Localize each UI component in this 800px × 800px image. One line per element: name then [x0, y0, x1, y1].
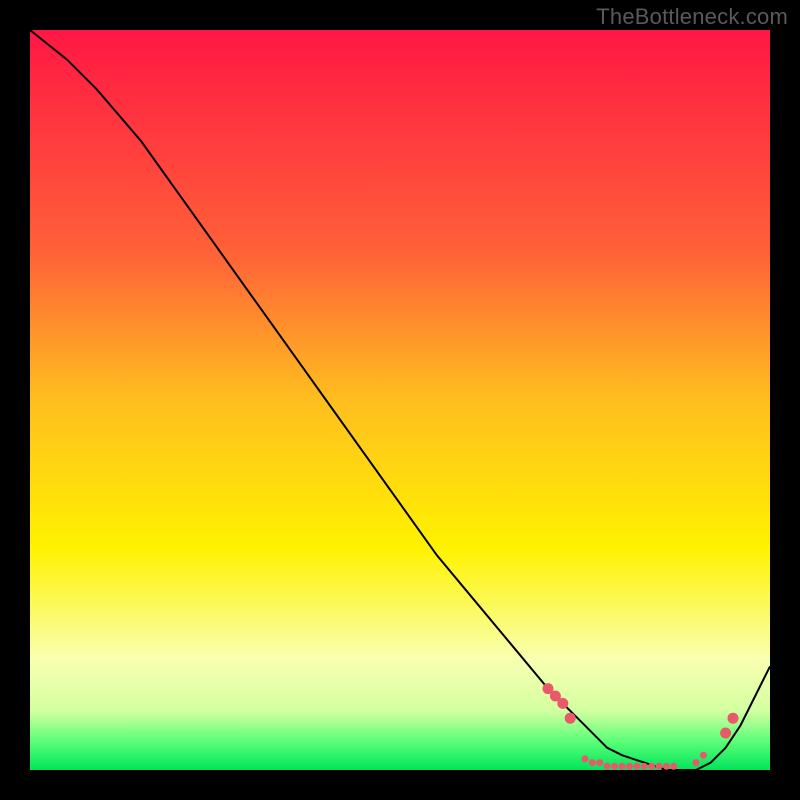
data-point: [589, 759, 596, 766]
data-point: [557, 698, 568, 709]
data-point: [700, 752, 707, 759]
data-point: [582, 755, 589, 762]
data-point: [626, 763, 633, 770]
data-point: [604, 763, 611, 770]
plot-area: [30, 30, 770, 770]
watermark-text: TheBottleneck.com: [596, 4, 788, 30]
data-point: [565, 713, 576, 724]
data-point: [670, 763, 677, 770]
data-point: [596, 759, 603, 766]
data-point: [693, 759, 700, 766]
data-point: [641, 763, 648, 770]
data-point: [619, 763, 626, 770]
data-point: [728, 713, 739, 724]
data-point: [611, 763, 618, 770]
data-point: [633, 763, 640, 770]
data-point: [656, 763, 663, 770]
chart-frame: TheBottleneck.com: [0, 0, 800, 800]
chart-svg: [30, 30, 770, 770]
data-point: [720, 728, 731, 739]
data-point: [648, 763, 655, 770]
data-point: [663, 763, 670, 770]
